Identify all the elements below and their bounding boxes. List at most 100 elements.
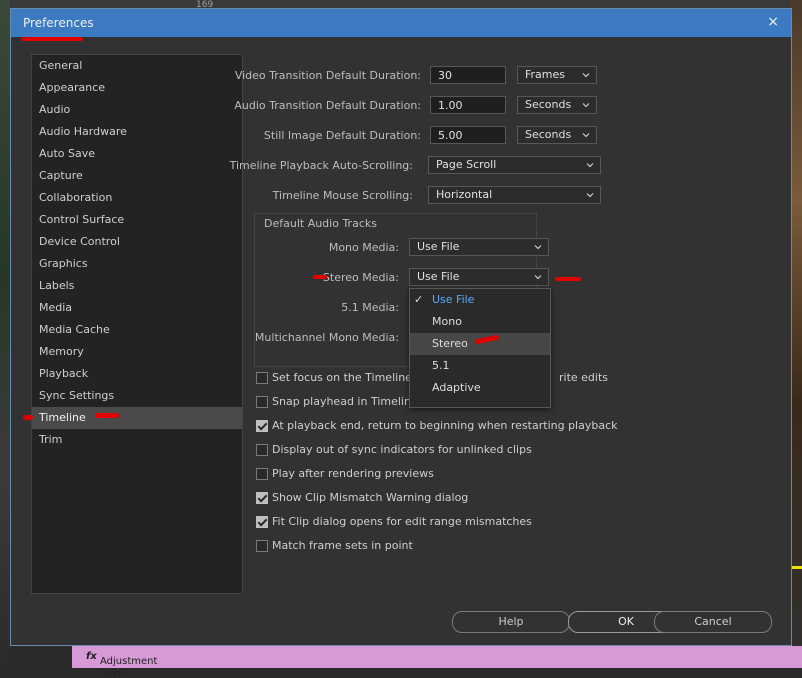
checkbox[interactable] <box>256 468 268 480</box>
video-transition-input[interactable]: 30 <box>430 66 506 84</box>
still-image-input[interactable]: 5.00 <box>430 126 506 144</box>
multichannel-mono-media-label: Multichannel Mono Media: <box>254 331 399 344</box>
checkbox-label: Match frame sets in point <box>272 539 413 552</box>
sidebar-item-appearance[interactable]: Appearance <box>32 77 242 99</box>
sidebar-item-media-cache[interactable]: Media Cache <box>32 319 242 341</box>
chevron-down-icon <box>582 103 590 108</box>
mono-media-select[interactable]: Use File <box>409 238 549 256</box>
sidebar-item-labels[interactable]: Labels <box>32 275 242 297</box>
checkbox-row[interactable]: Fit Clip dialog opens for edit range mis… <box>256 515 616 533</box>
cancel-button[interactable]: Cancel <box>654 611 772 633</box>
checkbox[interactable] <box>256 396 268 408</box>
sidebar-item-memory[interactable]: Memory <box>32 341 242 363</box>
video-transition-unit-select[interactable]: Frames <box>517 66 597 84</box>
dropdown-option-label: 5.1 <box>432 359 450 372</box>
auto-scrolling-label: Timeline Playback Auto-Scrolling: <box>229 159 413 172</box>
chevron-down-icon <box>534 245 542 250</box>
default-audio-tracks-title: Default Audio Tracks <box>264 217 377 230</box>
checkbox-row[interactable]: Display out of sync indicators for unlin… <box>256 443 616 461</box>
checkbox[interactable] <box>256 420 268 432</box>
video-transition-unit: Frames <box>525 68 566 81</box>
dropdown-option-5-1[interactable]: 5.1 <box>410 355 550 377</box>
mono-media-label: Mono Media: <box>328 241 399 254</box>
checkbox-label-tail: rite edits <box>559 371 609 384</box>
checkbox-label: Play after rendering previews <box>272 467 434 480</box>
checkbox-label: At playback end, return to beginning whe… <box>272 419 618 432</box>
sidebar-item-trim[interactable]: Trim <box>32 429 242 451</box>
mouse-scrolling-label: Timeline Mouse Scrolling: <box>272 189 413 202</box>
stereo-media-select[interactable]: Use File <box>409 268 549 286</box>
still-image-label: Still Image Default Duration: <box>263 129 421 142</box>
dropdown-option-label: Mono <box>432 315 462 328</box>
sidebar-item-audio[interactable]: Audio <box>32 99 242 121</box>
dropdown-option-label: Adaptive <box>432 381 481 394</box>
dropdown-option-adaptive[interactable]: Adaptive <box>410 377 550 399</box>
audio-transition-input[interactable]: 1.00 <box>430 96 506 114</box>
audio-transition-unit: Seconds <box>525 98 572 111</box>
background-adjustment-layer-clip: fx Adjustment Layer <box>72 646 802 678</box>
chevron-down-icon <box>586 193 594 198</box>
background-left-strip <box>0 0 10 668</box>
auto-scrolling-select[interactable]: Page Scroll <box>428 156 601 174</box>
checkbox-label: Set focus on the Timeline w <box>272 371 425 384</box>
auto-scrolling-value: Page Scroll <box>436 158 497 171</box>
mouse-scrolling-value: Horizontal <box>436 188 493 201</box>
checkbox-label: Show Clip Mismatch Warning dialog <box>272 491 469 504</box>
mouse-scrolling-select[interactable]: Horizontal <box>428 186 601 204</box>
sidebar-item-control-surface[interactable]: Control Surface <box>32 209 242 231</box>
stereo-media-label: Stereo Media: <box>322 271 399 284</box>
mono-media-value: Use File <box>417 240 460 253</box>
checkbox-label: Snap playhead in Timeline w <box>272 395 431 408</box>
dropdown-option-label: Use File <box>432 293 475 306</box>
annotation-mark <box>21 37 83 41</box>
audio-transition-label: Audio Transition Default Duration: <box>234 99 421 112</box>
checkbox-label: Display out of sync indicators for unlin… <box>272 443 532 456</box>
checkbox-row[interactable]: At playback end, return to beginning whe… <box>256 419 618 437</box>
sidebar-item-device-control[interactable]: Device Control <box>32 231 242 253</box>
stereo-media-value: Use File <box>417 270 460 283</box>
adjustment-layer-label: fx Adjustment Layer <box>86 651 158 678</box>
annotation-mark <box>555 277 581 281</box>
preferences-dialog: Preferences × General Appearance Audio Audi… <box>10 8 792 646</box>
checkbox[interactable] <box>256 492 268 504</box>
checkbox-row[interactable]: Show Clip Mismatch Warning dialog <box>256 491 616 509</box>
checkbox-label: Fit Clip dialog opens for edit range mis… <box>272 515 532 528</box>
chevron-down-icon <box>582 73 590 78</box>
audio-transition-unit-select[interactable]: Seconds <box>517 96 597 114</box>
sidebar-item-collaboration[interactable]: Collaboration <box>32 187 242 209</box>
annotation-mark <box>95 413 119 418</box>
sidebar-item-graphics[interactable]: Graphics <box>32 253 242 275</box>
preferences-sidebar: General Appearance Audio Audio Hardware Auto… <box>31 54 243 594</box>
checkbox[interactable] <box>256 540 268 552</box>
video-transition-label: Video Transition Default Duration: <box>234 69 421 82</box>
dropdown-option-stereo[interactable]: Stereo <box>410 333 550 355</box>
sidebar-item-audio-hardware[interactable]: Audio Hardware <box>32 121 242 143</box>
sidebar-item-auto-save[interactable]: Auto Save <box>32 143 242 165</box>
chevron-down-icon <box>586 163 594 168</box>
checkbox[interactable] <box>256 372 268 384</box>
checkbox[interactable] <box>256 516 268 528</box>
annotation-mark <box>313 275 327 279</box>
stereo-media-dropdown: ✓ Use File Mono Stereo 5.1 Adaptive <box>409 288 551 408</box>
still-image-unit-select[interactable]: Seconds <box>517 126 597 144</box>
titlebar[interactable]: Preferences × <box>11 9 791 37</box>
chevron-down-icon <box>534 275 542 280</box>
dropdown-option-label: Stereo <box>432 337 468 350</box>
sidebar-item-media[interactable]: Media <box>32 297 242 319</box>
five-one-media-label: 5.1 Media: <box>341 301 399 314</box>
dropdown-option-mono[interactable]: Mono <box>410 311 550 333</box>
fx-icon: fx <box>86 651 97 662</box>
sidebar-item-playback[interactable]: Playback <box>32 363 242 385</box>
checkbox-row[interactable]: Play after rendering previews <box>256 467 616 485</box>
close-icon[interactable]: × <box>767 14 779 30</box>
still-image-unit: Seconds <box>525 128 572 141</box>
sidebar-item-sync-settings[interactable]: Sync Settings <box>32 385 242 407</box>
sidebar-item-timeline[interactable]: Timeline <box>32 407 242 429</box>
sidebar-item-capture[interactable]: Capture <box>32 165 242 187</box>
help-button[interactable]: Help <box>452 611 570 633</box>
sidebar-item-general[interactable]: General <box>32 55 242 77</box>
dropdown-option-use-file[interactable]: ✓ Use File <box>410 289 550 311</box>
checkbox-row[interactable]: Match frame sets in point <box>256 539 616 557</box>
checkbox[interactable] <box>256 444 268 456</box>
chevron-down-icon <box>582 133 590 138</box>
